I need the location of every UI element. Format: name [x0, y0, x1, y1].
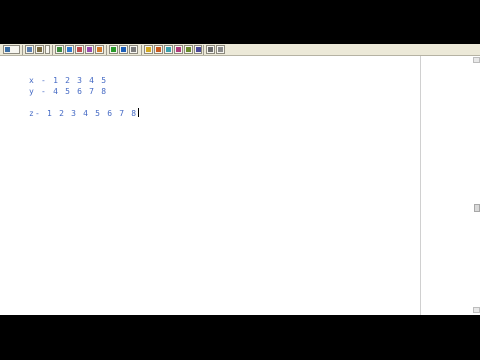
toolbar-separator	[52, 45, 53, 55]
document-area[interactable]: x - 1 2 3 4 5 y - 4 5 6 7 8 z- 1 2 3 4 5…	[0, 56, 420, 315]
palette-button[interactable]	[164, 45, 173, 54]
window-icon	[27, 47, 32, 52]
image-button[interactable]	[184, 45, 193, 54]
image-icon	[186, 47, 191, 52]
insert-button[interactable]	[65, 45, 74, 54]
help-button[interactable]	[194, 45, 202, 54]
layout-icon	[218, 47, 223, 52]
run-icon	[111, 47, 116, 52]
line-x[interactable]: x - 1 2 3 4 5	[29, 76, 107, 85]
cut-button[interactable]	[85, 45, 94, 54]
settings-button[interactable]	[206, 45, 215, 54]
step-icon	[131, 47, 136, 52]
palette-icon	[166, 47, 171, 52]
cut-icon	[87, 47, 92, 52]
scroll-up-arrow-icon[interactable]	[473, 57, 480, 63]
edit-icon	[77, 47, 82, 52]
edit-button[interactable]	[75, 45, 84, 54]
copy-button[interactable]	[95, 45, 104, 54]
editor-window: x - 1 2 3 4 5 y - 4 5 6 7 8 z- 1 2 3 4 5…	[0, 44, 480, 315]
settings-icon	[208, 47, 213, 52]
line-z[interactable]: z- 1 2 3 4 5 6 7 8	[29, 108, 140, 118]
check-icon	[146, 47, 151, 52]
vertical-scrollbar[interactable]	[420, 56, 480, 315]
function-button[interactable]	[35, 45, 44, 54]
copy-icon	[97, 47, 102, 52]
toolbar-separator	[106, 45, 107, 55]
stop-button[interactable]	[119, 45, 128, 54]
function-icon	[37, 47, 42, 52]
help-icon	[196, 47, 201, 52]
step-button[interactable]	[129, 45, 138, 54]
toolbar-separator	[141, 45, 142, 55]
graph-button[interactable]	[3, 45, 20, 54]
toolbar-separator	[22, 45, 23, 55]
text-icon	[176, 47, 181, 52]
layout-button[interactable]	[216, 45, 225, 54]
check-button[interactable]	[144, 45, 153, 54]
graph-icon	[5, 47, 10, 52]
text-caret	[138, 108, 140, 117]
scroll-down-arrow-icon[interactable]	[473, 307, 480, 313]
run-button[interactable]	[109, 45, 118, 54]
toolbar-separator	[203, 45, 204, 55]
insert-icon	[67, 47, 72, 52]
format-icon	[156, 47, 161, 52]
scroll-thumb[interactable]	[474, 204, 480, 212]
stop-icon	[121, 47, 126, 52]
line-y[interactable]: y - 4 5 6 7 8	[29, 87, 107, 96]
format-button[interactable]	[154, 45, 163, 54]
text-button[interactable]	[174, 45, 183, 54]
line-z-text: z- 1 2 3 4 5 6 7 8	[29, 109, 138, 118]
window-button[interactable]	[25, 45, 34, 54]
select-icon	[57, 47, 62, 52]
select-button[interactable]	[55, 45, 64, 54]
toolbar	[0, 44, 480, 56]
zoom-button[interactable]	[45, 45, 50, 54]
